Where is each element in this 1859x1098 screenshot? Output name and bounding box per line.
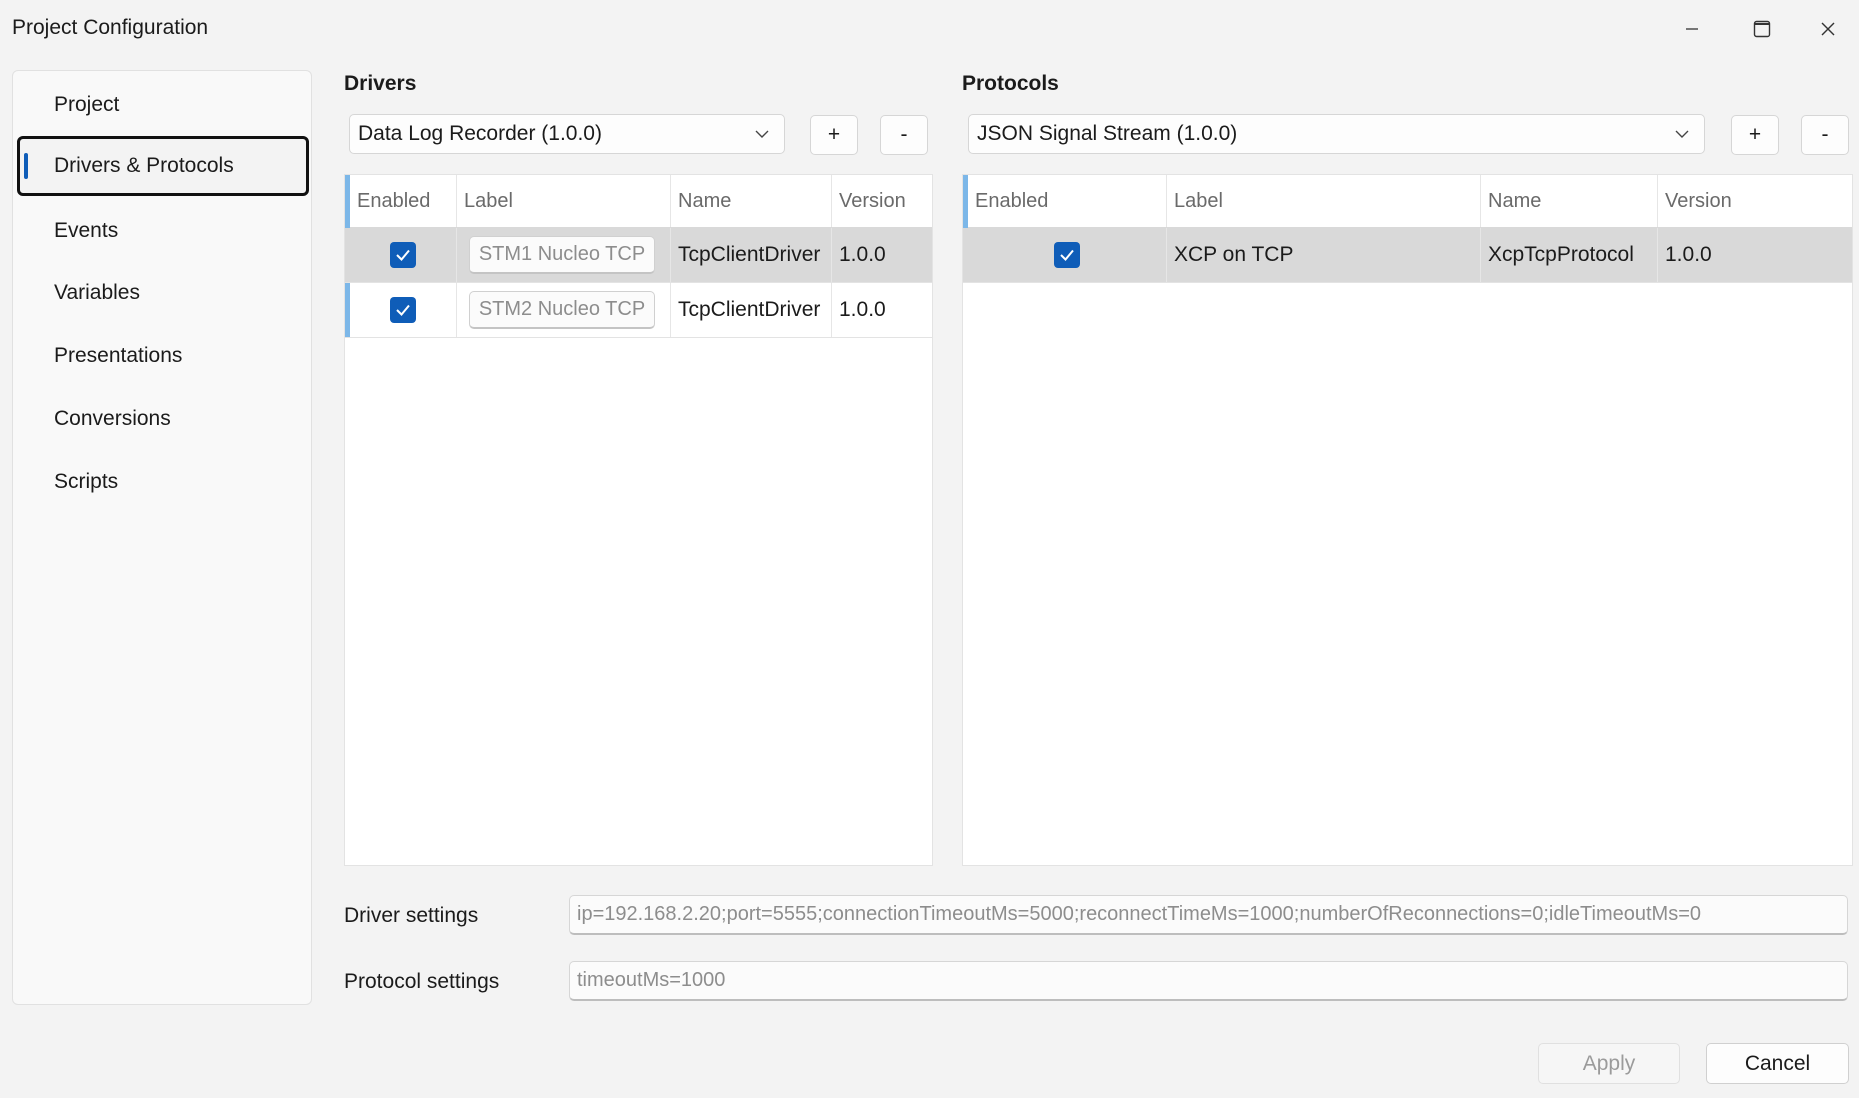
sidebar-item-project[interactable]: Project — [17, 75, 309, 135]
driver-name-cell: TcpClientDriver — [671, 283, 832, 337]
add-driver-button[interactable]: + — [810, 115, 858, 155]
enabled-checkbox[interactable] — [1054, 242, 1080, 268]
close-button[interactable] — [1797, 0, 1859, 58]
table-header: Enabled Label Name Version — [963, 175, 1852, 228]
column-header-name[interactable]: Name — [671, 175, 832, 227]
enabled-checkbox[interactable] — [390, 242, 416, 268]
driver-name-cell: TcpClientDriver — [671, 228, 832, 282]
protocol-settings-field[interactable]: timeoutMs=1000 — [569, 961, 1848, 1001]
checkmark-icon — [396, 304, 410, 316]
column-header-enabled[interactable]: Enabled — [968, 175, 1167, 227]
apply-button[interactable]: Apply — [1538, 1043, 1680, 1084]
column-header-name[interactable]: Name — [1481, 175, 1658, 227]
maximize-button[interactable] — [1727, 0, 1797, 58]
column-header-version[interactable]: Version — [832, 175, 932, 227]
table-row[interactable]: STM1 Nucleo TCP TcpClientDriver 1.0.0 — [345, 228, 932, 283]
table-header: Enabled Label Name Version — [345, 175, 932, 228]
chevron-down-icon — [1675, 130, 1689, 138]
column-header-enabled[interactable]: Enabled — [350, 175, 457, 227]
sidebar-item-label: Scripts — [54, 470, 119, 493]
protocol-label-cell[interactable]: XCP on TCP — [1167, 228, 1481, 282]
title-bar: Project Configuration — [0, 0, 1859, 58]
sidebar-nav: Project Drivers & Protocols Events Varia… — [12, 70, 312, 1005]
sidebar-item-label: Events — [54, 219, 119, 242]
column-header-label[interactable]: Label — [457, 175, 671, 227]
driver-version-cell: 1.0.0 — [839, 298, 886, 321]
column-header-version[interactable]: Version — [1658, 175, 1852, 227]
table-row[interactable]: XCP on TCP XcpTcpProtocol 1.0.0 — [963, 228, 1852, 283]
driver-type-select[interactable]: Data Log Recorder (1.0.0) — [349, 114, 785, 154]
driver-label-input[interactable]: STM2 Nucleo TCP — [469, 291, 655, 329]
maximize-icon — [1753, 20, 1771, 38]
sidebar-item-label: Conversions — [54, 407, 171, 430]
protocols-heading: Protocols — [962, 72, 1059, 95]
protocol-settings-label: Protocol settings — [344, 970, 500, 993]
cancel-button[interactable]: Cancel — [1706, 1043, 1849, 1084]
minimize-icon — [1686, 28, 1698, 30]
drivers-table: Enabled Label Name Version STM1 Nucleo T… — [344, 174, 933, 866]
checkmark-icon — [396, 249, 410, 261]
close-icon — [1821, 22, 1835, 36]
driver-settings-field[interactable]: ip=192.168.2.20;port=5555;connectionTime… — [569, 895, 1848, 935]
enabled-checkbox[interactable] — [390, 297, 416, 323]
sidebar-item-presentations[interactable]: Presentations — [17, 326, 309, 386]
drivers-heading: Drivers — [344, 72, 417, 95]
sidebar-item-label: Project — [54, 93, 120, 116]
protocols-table: Enabled Label Name Version XCP on TCP Xc… — [962, 174, 1853, 866]
protocol-type-value: JSON Signal Stream (1.0.0) — [977, 122, 1238, 145]
checkmark-icon — [1060, 249, 1074, 261]
sidebar-item-scripts[interactable]: Scripts — [17, 452, 309, 512]
driver-version-cell: 1.0.0 — [839, 243, 886, 266]
sidebar-item-events[interactable]: Events — [17, 201, 309, 261]
remove-protocol-button[interactable]: - — [1801, 115, 1849, 155]
driver-settings-label: Driver settings — [344, 904, 479, 927]
sidebar-item-label: Drivers & Protocols — [54, 154, 234, 177]
remove-driver-button[interactable]: - — [880, 115, 928, 155]
protocol-type-select[interactable]: JSON Signal Stream (1.0.0) — [968, 114, 1705, 154]
driver-label-input[interactable]: STM1 Nucleo TCP — [469, 236, 655, 274]
add-protocol-button[interactable]: + — [1731, 115, 1779, 155]
sidebar-item-label: Presentations — [54, 344, 183, 367]
driver-type-value: Data Log Recorder (1.0.0) — [358, 122, 602, 145]
sidebar-item-drivers-protocols[interactable]: Drivers & Protocols — [17, 136, 309, 196]
minimize-button[interactable] — [1657, 0, 1727, 58]
column-header-label[interactable]: Label — [1167, 175, 1481, 227]
sidebar-item-conversions[interactable]: Conversions — [17, 389, 309, 449]
sidebar-item-variables[interactable]: Variables — [17, 263, 309, 323]
protocol-version-cell: 1.0.0 — [1665, 243, 1712, 266]
sidebar-item-label: Variables — [54, 281, 140, 304]
protocol-name-cell: XcpTcpProtocol — [1481, 228, 1658, 282]
table-row[interactable]: STM2 Nucleo TCP TcpClientDriver 1.0.0 — [345, 283, 932, 338]
window-title: Project Configuration — [12, 16, 209, 39]
chevron-down-icon — [755, 130, 769, 138]
